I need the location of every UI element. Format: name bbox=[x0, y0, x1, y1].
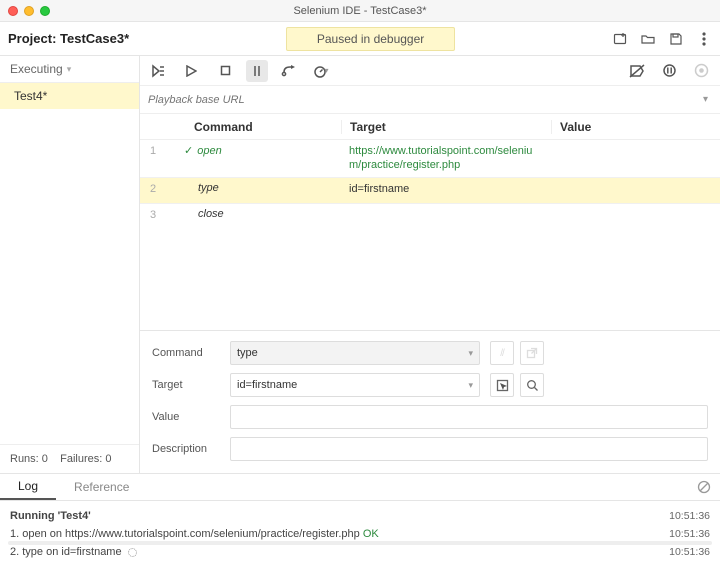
paused-badge: Paused in debugger bbox=[286, 27, 455, 51]
run-button[interactable] bbox=[180, 60, 202, 82]
project-header: Project: TestCase3* Paused in debugger bbox=[0, 22, 720, 56]
tab-log[interactable]: Log bbox=[0, 474, 56, 500]
editor-target-input[interactable]: id=firstname ▾ bbox=[230, 373, 480, 397]
log-timestamp: 10:51:36 bbox=[669, 546, 710, 558]
base-url-dropdown-icon[interactable]: ▾ bbox=[699, 94, 712, 105]
runs-count: Runs: 0 bbox=[10, 453, 48, 465]
header-actions bbox=[612, 31, 712, 47]
col-target: Target bbox=[341, 120, 551, 134]
content: ▾ ▾ Command Target Value bbox=[140, 56, 720, 473]
stop-button[interactable] bbox=[214, 60, 236, 82]
sidebar-footer: Runs: 0 Failures: 0 bbox=[0, 444, 139, 473]
base-url-input[interactable] bbox=[148, 94, 699, 106]
commands-table-header: Command Target Value bbox=[140, 114, 720, 140]
editor-value-input[interactable] bbox=[230, 405, 708, 429]
new-project-icon[interactable] bbox=[612, 31, 628, 47]
select-target-button[interactable] bbox=[490, 373, 514, 397]
sidebar-header[interactable]: Executing ▾ bbox=[0, 56, 139, 83]
chevron-down-icon: ▾ bbox=[468, 380, 473, 391]
window-title: Selenium IDE - TestCase3* bbox=[0, 5, 720, 17]
log-text: 2. type on id=firstname bbox=[10, 546, 137, 558]
failures-count: Failures: 0 bbox=[60, 453, 111, 465]
more-menu-icon[interactable] bbox=[696, 31, 712, 47]
row-number: 1 bbox=[140, 144, 166, 157]
table-row[interactable]: 1 ✓ open https://www.tutorialspoint.com/s… bbox=[140, 140, 720, 177]
save-project-icon[interactable] bbox=[668, 31, 684, 47]
test-list: Test4* bbox=[0, 83, 139, 444]
window-controls bbox=[0, 6, 50, 16]
log-text: 1. open on https://www.tutorialspoint.co… bbox=[10, 528, 379, 540]
titlebar: Selenium IDE - TestCase3* bbox=[0, 0, 720, 22]
find-target-button[interactable] bbox=[520, 373, 544, 397]
sidebar: Executing ▾ Test4* Runs: 0 Failures: 0 bbox=[0, 56, 140, 473]
editor-command-value: type bbox=[237, 347, 258, 359]
close-window-icon[interactable] bbox=[8, 6, 18, 16]
row-target: id=firstname bbox=[341, 182, 551, 196]
pause-button[interactable] bbox=[246, 60, 268, 82]
row-number: 2 bbox=[140, 182, 166, 195]
disable-breakpoints-button[interactable] bbox=[626, 60, 648, 82]
clear-log-button[interactable] bbox=[688, 474, 720, 500]
record-button[interactable] bbox=[690, 60, 712, 82]
editor-value-label: Value bbox=[152, 411, 220, 423]
open-project-icon[interactable] bbox=[640, 31, 656, 47]
row-target: https://www.tutorialspoint.com/selenium/… bbox=[341, 144, 551, 173]
run-all-button[interactable] bbox=[148, 60, 170, 82]
editor-description-input[interactable] bbox=[230, 437, 708, 461]
main-split: Executing ▾ Test4* Runs: 0 Failures: 0 bbox=[0, 56, 720, 473]
editor-command-input[interactable]: type ▾ bbox=[230, 341, 480, 365]
table-row[interactable]: 3 close bbox=[140, 203, 720, 229]
project-title: Project: TestCase3* bbox=[8, 31, 129, 46]
log-timestamp: 10:51:36 bbox=[669, 510, 710, 522]
sidebar-mode-label: Executing bbox=[10, 62, 63, 76]
tab-reference[interactable]: Reference bbox=[56, 474, 147, 500]
commands-table-body: 1 ✓ open https://www.tutorialspoint.com/s… bbox=[140, 140, 720, 330]
col-command: Command bbox=[166, 120, 341, 134]
editor-target-label: Target bbox=[152, 379, 220, 391]
col-value: Value bbox=[551, 120, 720, 134]
log-panel: Running 'Test4' 10:51:36 1. open on http… bbox=[0, 501, 720, 571]
minimize-window-icon[interactable] bbox=[24, 6, 34, 16]
test-item-label: Test4* bbox=[14, 89, 47, 103]
row-number: 3 bbox=[140, 208, 166, 221]
base-url-row: ▾ bbox=[140, 86, 720, 114]
editor-target-value: id=firstname bbox=[237, 379, 297, 391]
row-command: close bbox=[198, 208, 224, 220]
log-timestamp: 10:51:36 bbox=[669, 528, 710, 540]
table-row[interactable]: 2 type id=firstname bbox=[140, 177, 720, 203]
open-new-window-button[interactable] bbox=[520, 341, 544, 365]
log-tabs: Log Reference bbox=[0, 473, 720, 501]
editor-description-label: Description bbox=[152, 443, 220, 455]
row-command: type bbox=[198, 182, 219, 194]
log-line: Running 'Test4' 10:51:36 bbox=[10, 507, 710, 525]
command-editor: Command type ▾ // Target id=firstname ▾ bbox=[140, 330, 720, 473]
log-line: 2. type on id=firstname 10:51:36 bbox=[10, 543, 710, 561]
pause-on-exceptions-button[interactable] bbox=[658, 60, 680, 82]
toggle-comment-button[interactable]: // bbox=[490, 341, 514, 365]
test-item[interactable]: Test4* bbox=[0, 83, 139, 109]
speed-button[interactable]: ▾ bbox=[310, 60, 332, 82]
spinner-icon bbox=[128, 548, 137, 557]
editor-command-label: Command bbox=[152, 347, 220, 359]
zoom-window-icon[interactable] bbox=[40, 6, 50, 16]
step-button[interactable] bbox=[278, 60, 300, 82]
sidebar-scrollbar[interactable] bbox=[8, 541, 712, 545]
chevron-down-icon: ▾ bbox=[468, 348, 473, 359]
playback-toolbar: ▾ bbox=[140, 56, 720, 86]
check-icon: ✓ bbox=[184, 144, 193, 157]
log-text: Running 'Test4' bbox=[10, 510, 91, 522]
row-command: open bbox=[197, 145, 221, 157]
chevron-down-icon: ▾ bbox=[67, 64, 72, 75]
